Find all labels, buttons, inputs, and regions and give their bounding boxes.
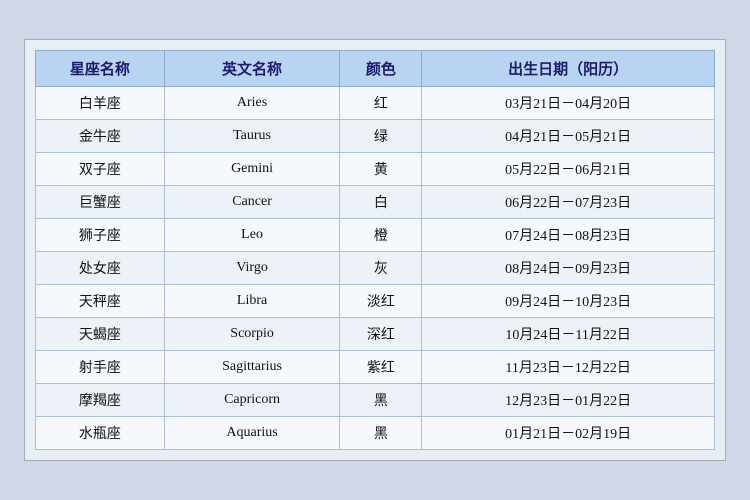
cell-chinese: 天秤座 bbox=[36, 285, 165, 318]
cell-chinese: 天蝎座 bbox=[36, 318, 165, 351]
table-row: 摩羯座Capricorn黑12月23日－01月22日 bbox=[36, 384, 715, 417]
cell-date: 10月24日－11月22日 bbox=[422, 318, 715, 351]
cell-color: 橙 bbox=[340, 219, 422, 252]
cell-english: Aries bbox=[164, 87, 340, 120]
cell-date: 01月21日－02月19日 bbox=[422, 417, 715, 450]
table-row: 白羊座Aries红03月21日－04月20日 bbox=[36, 87, 715, 120]
table-row: 处女座Virgo灰08月24日－09月23日 bbox=[36, 252, 715, 285]
cell-date: 12月23日－01月22日 bbox=[422, 384, 715, 417]
cell-chinese: 白羊座 bbox=[36, 87, 165, 120]
header-color: 颜色 bbox=[340, 51, 422, 87]
table-row: 天蝎座Scorpio深红10月24日－11月22日 bbox=[36, 318, 715, 351]
cell-english: Leo bbox=[164, 219, 340, 252]
cell-color: 红 bbox=[340, 87, 422, 120]
cell-english: Libra bbox=[164, 285, 340, 318]
cell-color: 淡红 bbox=[340, 285, 422, 318]
cell-chinese: 狮子座 bbox=[36, 219, 165, 252]
cell-english: Gemini bbox=[164, 153, 340, 186]
cell-english: Aquarius bbox=[164, 417, 340, 450]
table-row: 射手座Sagittarius紫红11月23日－12月22日 bbox=[36, 351, 715, 384]
cell-date: 05月22日－06月21日 bbox=[422, 153, 715, 186]
header-chinese: 星座名称 bbox=[36, 51, 165, 87]
cell-english: Sagittarius bbox=[164, 351, 340, 384]
cell-date: 06月22日－07月23日 bbox=[422, 186, 715, 219]
cell-chinese: 摩羯座 bbox=[36, 384, 165, 417]
cell-color: 白 bbox=[340, 186, 422, 219]
cell-date: 08月24日－09月23日 bbox=[422, 252, 715, 285]
header-date: 出生日期（阳历） bbox=[422, 51, 715, 87]
cell-date: 03月21日－04月20日 bbox=[422, 87, 715, 120]
cell-color: 深红 bbox=[340, 318, 422, 351]
cell-date: 04月21日－05月21日 bbox=[422, 120, 715, 153]
cell-english: Virgo bbox=[164, 252, 340, 285]
table-row: 天秤座Libra淡红09月24日－10月23日 bbox=[36, 285, 715, 318]
cell-date: 11月23日－12月22日 bbox=[422, 351, 715, 384]
table-row: 双子座Gemini黄05月22日－06月21日 bbox=[36, 153, 715, 186]
table-row: 巨蟹座Cancer白06月22日－07月23日 bbox=[36, 186, 715, 219]
cell-color: 绿 bbox=[340, 120, 422, 153]
cell-english: Taurus bbox=[164, 120, 340, 153]
zodiac-table: 星座名称 英文名称 颜色 出生日期（阳历） 白羊座Aries红03月21日－04… bbox=[35, 50, 715, 450]
table-row: 金牛座Taurus绿04月21日－05月21日 bbox=[36, 120, 715, 153]
cell-date: 09月24日－10月23日 bbox=[422, 285, 715, 318]
cell-chinese: 双子座 bbox=[36, 153, 165, 186]
cell-chinese: 射手座 bbox=[36, 351, 165, 384]
cell-color: 紫红 bbox=[340, 351, 422, 384]
table-row: 水瓶座Aquarius黑01月21日－02月19日 bbox=[36, 417, 715, 450]
cell-chinese: 水瓶座 bbox=[36, 417, 165, 450]
header-english: 英文名称 bbox=[164, 51, 340, 87]
cell-date: 07月24日－08月23日 bbox=[422, 219, 715, 252]
cell-color: 黑 bbox=[340, 417, 422, 450]
cell-chinese: 巨蟹座 bbox=[36, 186, 165, 219]
zodiac-table-container: 星座名称 英文名称 颜色 出生日期（阳历） 白羊座Aries红03月21日－04… bbox=[24, 39, 726, 461]
cell-color: 灰 bbox=[340, 252, 422, 285]
cell-color: 黑 bbox=[340, 384, 422, 417]
cell-color: 黄 bbox=[340, 153, 422, 186]
table-row: 狮子座Leo橙07月24日－08月23日 bbox=[36, 219, 715, 252]
cell-chinese: 处女座 bbox=[36, 252, 165, 285]
cell-chinese: 金牛座 bbox=[36, 120, 165, 153]
cell-english: Capricorn bbox=[164, 384, 340, 417]
cell-english: Scorpio bbox=[164, 318, 340, 351]
cell-english: Cancer bbox=[164, 186, 340, 219]
